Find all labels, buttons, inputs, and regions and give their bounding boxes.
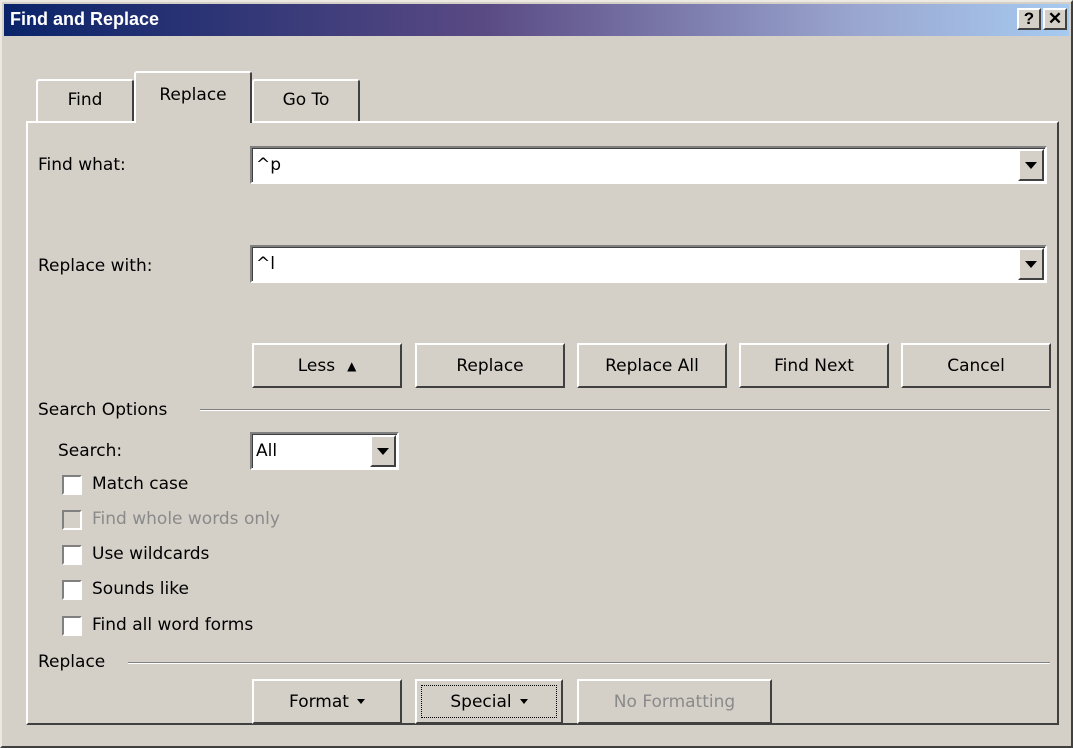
replace-with-combo[interactable]: ^l: [250, 245, 1047, 283]
cancel-button[interactable]: Cancel: [901, 343, 1051, 388]
focus-ring: [421, 685, 557, 718]
find-what-value[interactable]: ^p: [256, 155, 281, 175]
search-direction-select[interactable]: All: [250, 432, 399, 470]
special-button[interactable]: Special: [415, 679, 563, 724]
find-what-dropdown-button[interactable]: [1018, 149, 1044, 181]
tab-replace[interactable]: Replace: [134, 71, 252, 123]
find-replace-dialog: Find and Replace ? ✕ Find Replace Go To …: [0, 0, 1073, 748]
sounds-like-label[interactable]: Sounds like: [92, 579, 189, 599]
replace-with-dropdown-button[interactable]: [1018, 248, 1044, 280]
match-case-checkbox[interactable]: [62, 475, 82, 495]
find-what-combo[interactable]: ^p: [250, 146, 1047, 184]
less-button-label: Less: [297, 355, 336, 376]
help-icon: ?: [1023, 9, 1035, 28]
find-what-label: Find what:: [38, 155, 126, 175]
tab-find[interactable]: Find: [36, 79, 134, 121]
tab-replace-label: Replace: [159, 85, 227, 105]
less-button[interactable]: Less ▲: [252, 343, 402, 388]
replace-all-button[interactable]: Replace All: [577, 343, 727, 388]
no-formatting-button: No Formatting: [577, 679, 772, 724]
use-wildcards-label[interactable]: Use wildcards: [92, 544, 209, 564]
dropdown-arrow-icon: [356, 699, 365, 704]
tab-goto-label: Go To: [282, 90, 330, 110]
tab-goto[interactable]: Go To: [252, 79, 360, 121]
replace-all-button-label: Replace All: [605, 355, 699, 376]
replace-with-value[interactable]: ^l: [256, 254, 275, 274]
double-up-arrow-icon: ▲: [347, 358, 357, 373]
word-forms-checkbox[interactable]: [62, 616, 82, 636]
no-formatting-button-label: No Formatting: [613, 691, 736, 712]
replace-button[interactable]: Replace: [415, 343, 565, 388]
window-title: Find and Replace: [10, 9, 160, 29]
whole-words-label: Find whole words only: [92, 509, 280, 529]
search-direction-value: All: [256, 441, 278, 461]
find-next-button[interactable]: Find Next: [739, 343, 889, 388]
chevron-down-icon: [1025, 162, 1037, 169]
whole-words-checkbox: [62, 510, 82, 530]
word-forms-label[interactable]: Find all word forms: [92, 615, 253, 635]
search-options-divider: [200, 409, 1050, 411]
replace-section-heading: Replace: [38, 652, 106, 672]
cancel-button-label: Cancel: [947, 355, 1005, 376]
replace-button-label: Replace: [456, 355, 524, 376]
search-direction-label: Search:: [58, 441, 123, 461]
title-bar[interactable]: Find and Replace ? ✕: [4, 4, 1069, 36]
close-button[interactable]: ✕: [1043, 8, 1067, 30]
tab-find-label: Find: [67, 90, 103, 110]
sounds-like-checkbox[interactable]: [62, 580, 82, 600]
use-wildcards-checkbox[interactable]: [62, 545, 82, 565]
help-button[interactable]: ?: [1017, 8, 1041, 30]
search-options-heading: Search Options: [38, 400, 168, 420]
format-button[interactable]: Format: [252, 679, 402, 724]
find-next-button-label: Find Next: [774, 355, 854, 376]
format-button-label: Format: [289, 691, 349, 712]
replace-section-divider: [128, 662, 1050, 664]
chevron-down-icon: [1025, 261, 1037, 268]
chevron-down-icon: [377, 448, 389, 455]
search-direction-dropdown-button[interactable]: [370, 435, 396, 467]
match-case-label[interactable]: Match case: [92, 474, 188, 494]
replace-with-label: Replace with:: [38, 256, 153, 276]
close-icon: ✕: [1047, 9, 1063, 28]
